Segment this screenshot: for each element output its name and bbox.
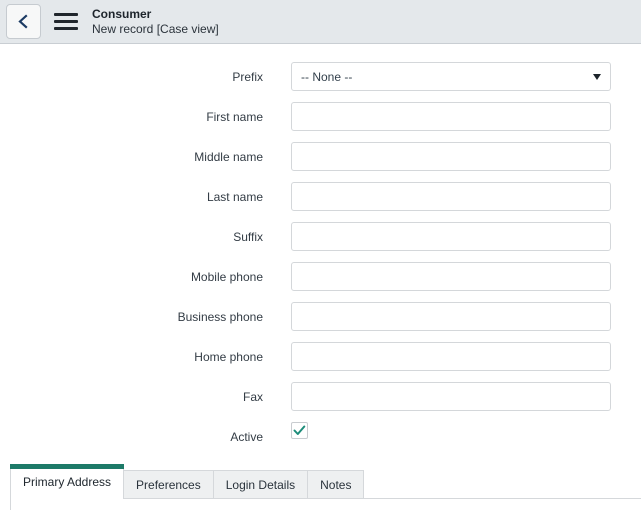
tab-bar: Primary Address Preferences Login Details N… xyxy=(0,463,641,499)
field-control xyxy=(291,262,611,291)
field-label: Middle name xyxy=(0,150,263,164)
form-row: Prefix -- None -- xyxy=(0,62,641,91)
app-header: Consumer New record [Case view] xyxy=(0,0,641,44)
form-row: Active xyxy=(0,422,641,451)
field-label: Business phone xyxy=(0,310,263,324)
field-control: -- None -- xyxy=(291,62,611,91)
field-label: Mobile phone xyxy=(0,270,263,284)
record-form: Prefix -- None -- First name Middle name Las… xyxy=(0,45,641,462)
tab-primary-address[interactable]: Primary Address xyxy=(10,464,124,499)
tab-notes[interactable]: Notes xyxy=(307,470,364,499)
text-input[interactable] xyxy=(291,222,611,251)
page-title: Consumer xyxy=(92,7,219,22)
form-row: Last name xyxy=(0,182,641,211)
field-control xyxy=(291,222,611,251)
text-input[interactable] xyxy=(291,262,611,291)
text-input[interactable] xyxy=(291,182,611,211)
field-control xyxy=(291,342,611,371)
form-row: Suffix xyxy=(0,222,641,251)
active-checkbox[interactable] xyxy=(291,422,308,439)
tab-content-panel xyxy=(10,498,641,510)
field-control xyxy=(291,142,611,171)
field-label: Fax xyxy=(0,390,263,404)
prefix-select[interactable]: -- None -- xyxy=(291,62,611,91)
form-row: First name xyxy=(0,102,641,131)
field-control xyxy=(291,382,611,411)
field-control xyxy=(291,182,611,211)
field-label: Last name xyxy=(0,190,263,204)
chevron-left-icon xyxy=(17,14,30,29)
field-control xyxy=(291,102,611,131)
field-label: Prefix xyxy=(0,70,263,84)
form-row: Business phone xyxy=(0,302,641,331)
text-input[interactable] xyxy=(291,142,611,171)
text-input[interactable] xyxy=(291,342,611,371)
field-label: First name xyxy=(0,110,263,124)
text-input[interactable] xyxy=(291,302,611,331)
tab-label: Primary Address xyxy=(23,475,111,489)
header-title-block: Consumer New record [Case view] xyxy=(92,7,219,37)
tab-label: Preferences xyxy=(136,478,201,492)
field-control xyxy=(291,422,611,451)
back-button[interactable] xyxy=(6,4,41,39)
form-row: Fax xyxy=(0,382,641,411)
field-label: Home phone xyxy=(0,350,263,364)
form-row: Mobile phone xyxy=(0,262,641,291)
text-input[interactable] xyxy=(291,102,611,131)
text-input[interactable] xyxy=(291,382,611,411)
check-icon xyxy=(293,425,306,436)
form-row: Middle name xyxy=(0,142,641,171)
chevron-down-icon xyxy=(593,74,601,80)
page-subtitle: New record [Case view] xyxy=(92,22,219,37)
select-value: -- None -- xyxy=(292,70,352,84)
tab-label: Notes xyxy=(320,478,351,492)
field-label: Active xyxy=(0,430,263,444)
form-row: Home phone xyxy=(0,342,641,371)
field-label: Suffix xyxy=(0,230,263,244)
tab-login-details[interactable]: Login Details xyxy=(213,470,308,499)
tab-preferences[interactable]: Preferences xyxy=(123,470,214,499)
field-control xyxy=(291,302,611,331)
tab-label: Login Details xyxy=(226,478,295,492)
hamburger-menu-icon[interactable] xyxy=(54,9,80,35)
